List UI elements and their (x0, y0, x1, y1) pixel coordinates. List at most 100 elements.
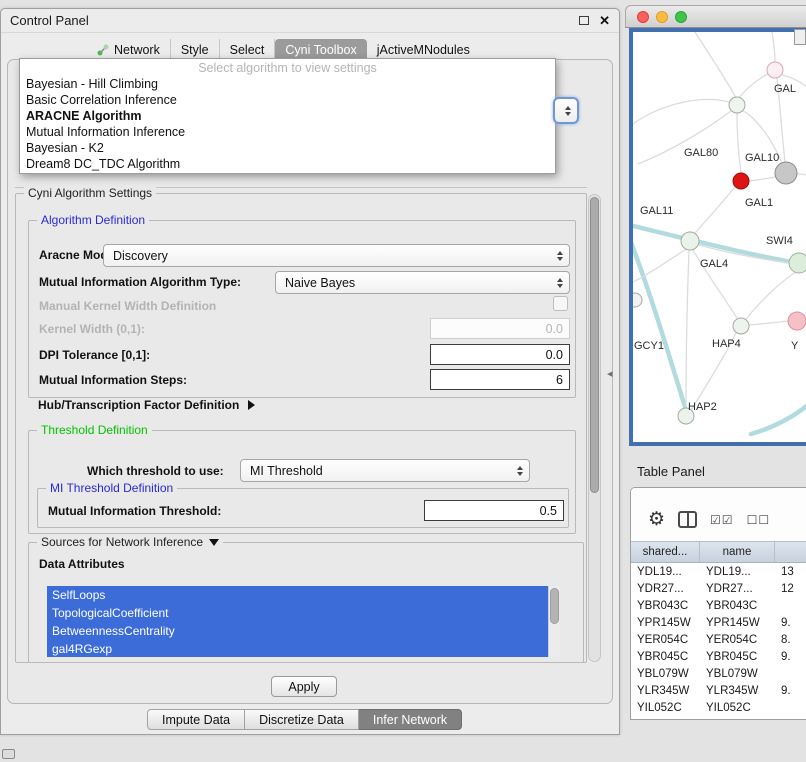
which-threshold-label: Which threshold to use: (87, 464, 224, 478)
close-window-icon[interactable] (637, 11, 649, 23)
dropdown-item-bayesian-hill-climbing[interactable]: Bayesian - Hill Climbing (20, 76, 555, 92)
column-header-name[interactable]: name (700, 542, 775, 562)
table-cell: YDR27... (631, 583, 700, 595)
scrollbar-thumb[interactable] (590, 197, 599, 493)
dropdown-item-mutual-information-inference[interactable]: Mutual Information Inference (20, 124, 555, 140)
sources-group-title-text: Sources for Network Inference (41, 535, 203, 549)
table-panel-window: ⚙ ☑☑ ☐☐ shared...name YDL19...YDL19...13… (630, 487, 806, 720)
table-row[interactable]: YBR045CYBR045C9. (631, 648, 806, 665)
network-graph[interactable]: GALGAL80GAL10GAL11GAL1SWI4GAL4GCY1HAP4YH… (633, 32, 806, 442)
table-row[interactable]: YDR27...YDR27...12 (631, 580, 806, 597)
tab-style[interactable]: Style (171, 39, 220, 60)
table-cell: YBR045C (631, 651, 700, 663)
collapse-arrow-icon (209, 539, 219, 546)
attribute-item-selfloops[interactable]: SelfLoops (47, 586, 548, 604)
attributes-scrollbar[interactable] (548, 586, 560, 657)
network-edge[interactable] (751, 404, 806, 434)
table-settings-gear-icon[interactable]: ⚙ (648, 510, 665, 529)
mi-type-combobox[interactable]: Naive Bayes (275, 271, 570, 294)
network-node[interactable] (788, 312, 806, 330)
bottom-tab-infer-network[interactable]: Infer Network (359, 709, 462, 730)
dpi-tolerance-label: DPI Tolerance [0,1]: (39, 348, 150, 362)
sources-group-title[interactable]: Sources for Network Inference (37, 535, 223, 549)
splitter-collapse-icon[interactable]: ◂ (607, 367, 613, 380)
network-node[interactable] (775, 162, 797, 184)
table-row[interactable]: YDL19...YDL19...13 (631, 563, 806, 580)
table-row[interactable]: YIL052CYIL052C (631, 699, 806, 716)
network-window-titlebar (625, 5, 806, 28)
manual-kernel-width-checkbox (553, 296, 568, 311)
attribute-item-gal4rgexp[interactable]: gal4RGexp (47, 640, 548, 657)
collapsed-panel-icon[interactable] (2, 749, 15, 759)
network-edge[interactable] (739, 73, 770, 98)
kernel-width-label: Kernel Width (0,1): (39, 322, 145, 336)
dropdown-item-bayesian-k2[interactable]: Bayesian - K2 (20, 140, 555, 156)
dpi-tolerance-input[interactable] (430, 344, 570, 365)
node-label: Y (791, 340, 799, 352)
network-node[interactable] (789, 253, 806, 273)
tab-jactivemnodules[interactable]: jActiveMNodules (367, 39, 480, 60)
table-row[interactable]: YER054CYER054C8. (631, 631, 806, 648)
network-node[interactable] (633, 293, 642, 307)
network-node[interactable] (767, 62, 783, 78)
network-node[interactable] (733, 318, 749, 334)
scrollbar-thumb[interactable] (550, 588, 559, 624)
network-canvas[interactable]: GALGAL80GAL10GAL11GAL1SWI4GAL4GCY1HAP4YH… (629, 28, 806, 446)
column-header-shared[interactable]: shared... (631, 542, 700, 562)
network-node[interactable] (733, 173, 749, 189)
network-scrollbar-button[interactable] (794, 29, 806, 45)
tab-cyni-toolbox[interactable]: Cyni Toolbox (275, 39, 366, 60)
bottom-tab-impute-data[interactable]: Impute Data (147, 709, 245, 730)
kernel-width-input (430, 318, 570, 339)
tab-label: jActiveMNodules (377, 43, 470, 57)
data-attributes-label: Data Attributes (39, 557, 125, 571)
attribute-item-betweennesscentrality[interactable]: BetweennessCentrality (47, 622, 548, 640)
algorithm-definition-title: Algorithm Definition (37, 213, 149, 227)
mi-threshold-input[interactable] (424, 500, 564, 521)
top-tab-bar: NetworkStyleSelectCyni Toolbox jActiveMNo… (87, 39, 480, 60)
minimize-window-icon[interactable] (656, 11, 668, 23)
bottom-tab-discretize-data[interactable]: Discretize Data (245, 709, 359, 730)
network-edge[interactable] (737, 113, 741, 173)
data-attributes-list[interactable]: SelfLoopsTopologicalCoefficientBetweenne… (47, 586, 560, 657)
deselect-all-checks-icon[interactable]: ☐☐ (747, 514, 771, 526)
network-edge[interactable] (633, 99, 729, 124)
tab-network[interactable]: Network (87, 39, 171, 60)
mi-threshold-definition-title: MI Threshold Definition (46, 481, 177, 495)
combo-arrows-icon (557, 251, 563, 261)
table-row[interactable]: YPR145WYPR145W9. (631, 614, 806, 631)
network-edge[interactable] (686, 250, 689, 408)
network-node[interactable] (681, 232, 699, 250)
which-threshold-combobox[interactable]: MI Threshold (240, 459, 530, 482)
select-all-checks-icon[interactable]: ☑☑ (710, 514, 734, 526)
zoom-window-icon[interactable] (675, 11, 687, 23)
column-header-col2[interactable] (775, 542, 806, 562)
table-row[interactable]: YLR345WYLR345W9. (631, 682, 806, 699)
network-edge[interactable] (749, 177, 775, 181)
network-edge[interactable] (695, 32, 736, 98)
mi-steps-input[interactable] (430, 369, 570, 390)
dropdown-item-dream8-dc-tdc-algorithm[interactable]: Dream8 DC_TDC Algorithm (20, 156, 555, 172)
network-edge[interactable] (749, 321, 788, 325)
node-label: GCY1 (634, 340, 664, 352)
dropdown-item-basic-correlation-inference[interactable]: Basic Correlation Inference (20, 92, 555, 108)
apply-button[interactable]: Apply (271, 676, 337, 697)
tab-select[interactable]: Select (220, 39, 276, 60)
table-row[interactable]: YBL079WYBL079W (631, 665, 806, 682)
hub-tf-definition-toggle[interactable]: Hub/Transcription Factor Definition (38, 398, 255, 412)
network-edge[interactable] (695, 187, 735, 233)
dropdown-item-aracne-algorithm[interactable]: ARACNE Algorithm (20, 108, 555, 124)
attribute-item-topologicalcoefficient[interactable]: TopologicalCoefficient (47, 604, 548, 622)
close-panel-icon[interactable]: ✕ (599, 14, 610, 27)
network-edge[interactable] (772, 32, 775, 62)
settings-scrollbar[interactable] (588, 194, 601, 662)
network-edge[interactable] (633, 237, 685, 407)
table-row[interactable]: YBR043CYBR043C (631, 597, 806, 614)
table-cell: 8. (775, 634, 806, 646)
column-visibility-icon[interactable] (678, 511, 697, 528)
float-window-icon[interactable] (579, 16, 589, 25)
algorithm-combobox-edge[interactable] (553, 97, 579, 124)
network-node[interactable] (729, 97, 745, 113)
aracne-mode-combobox[interactable]: Discovery (103, 244, 570, 267)
network-edge[interactable] (746, 272, 796, 319)
